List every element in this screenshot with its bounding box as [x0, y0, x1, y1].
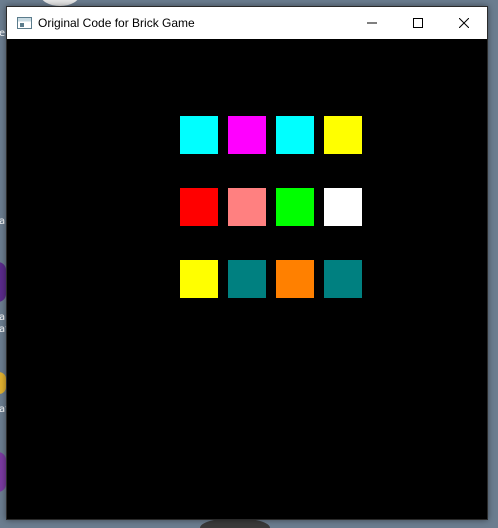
game-window: Original Code for Brick Game [6, 6, 488, 520]
brick [324, 188, 362, 226]
brick [276, 260, 314, 298]
brick [228, 188, 266, 226]
window-title: Original Code for Brick Game [38, 16, 195, 30]
window-controls [349, 7, 487, 39]
brick [180, 188, 218, 226]
brick [324, 116, 362, 154]
game-canvas[interactable] [7, 39, 487, 519]
brick [228, 260, 266, 298]
close-button[interactable] [441, 7, 487, 39]
window-titlebar[interactable]: Original Code for Brick Game [7, 7, 487, 39]
window-app-icon [17, 17, 32, 29]
maximize-button[interactable] [395, 7, 441, 39]
brick [228, 116, 266, 154]
close-icon [459, 18, 469, 28]
brick [180, 116, 218, 154]
desktop-label-3: a [0, 312, 6, 323]
brick [276, 116, 314, 154]
brick [276, 188, 314, 226]
maximize-icon [413, 18, 423, 28]
minimize-button[interactable] [349, 7, 395, 39]
desktop-label-2: a [0, 216, 6, 227]
brick [324, 260, 362, 298]
brick [180, 260, 218, 298]
desktop-label-1: e [0, 28, 6, 39]
minimize-icon [367, 22, 377, 24]
